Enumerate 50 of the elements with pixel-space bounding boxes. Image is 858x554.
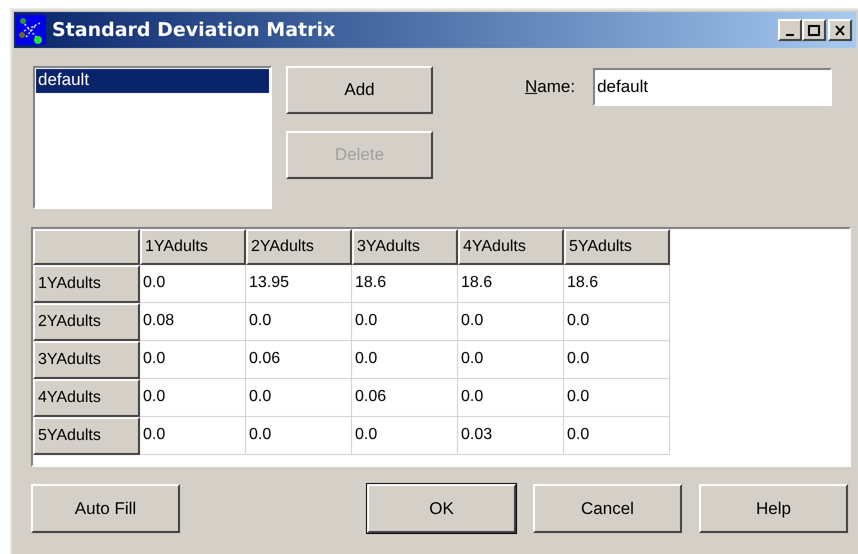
dialog-button[interactable]: Cancel [533, 484, 682, 533]
table-cell: 18.6 [458, 265, 564, 303]
table-cell: 0.0 [458, 341, 564, 379]
table-cell: 0.08 [140, 303, 246, 341]
table-cell: 0.0 [352, 417, 458, 455]
table-cell: 0.0 [352, 341, 458, 379]
dialog-button[interactable]: Auto Fill [31, 484, 180, 533]
table-cell: 0.0 [140, 265, 246, 303]
table-cell: 0.06 [246, 341, 352, 379]
table-cell: 0.0 [564, 303, 670, 341]
table-cell: 18.6 [564, 265, 670, 303]
table-cell: 0.0 [246, 417, 352, 455]
list-item[interactable]: default [36, 69, 269, 93]
table-cell: 0.0 [458, 303, 564, 341]
row-header[interactable]: 5YAdults [33, 417, 140, 455]
column-header[interactable]: 4YAdults [458, 229, 564, 265]
dialog-button[interactable]: OK [367, 484, 516, 533]
table-cell: 0.0 [140, 341, 246, 379]
table-cell: 0.0 [564, 341, 670, 379]
window-title: Standard Deviation Matrix [52, 18, 336, 43]
minimize-icon [786, 34, 794, 36]
row-header[interactable]: 1YAdults [33, 265, 140, 303]
dialog-button[interactable]: Add [286, 66, 433, 114]
table-cell: 0.0 [458, 379, 564, 417]
table-cell: 0.0 [246, 303, 352, 341]
minimize-button[interactable] [778, 19, 802, 41]
table-cell: 0.0 [564, 379, 670, 417]
row-header[interactable]: 4YAdults [33, 379, 140, 417]
column-header[interactable]: 2YAdults [246, 229, 352, 265]
table-cell: 18.6 [352, 265, 458, 303]
maximize-icon [806, 22, 822, 38]
dialog-button[interactable]: Help [699, 484, 848, 533]
table-cell: 0.0 [140, 379, 246, 417]
table-cell: 0.03 [458, 417, 564, 455]
row-header[interactable]: 2YAdults [33, 303, 140, 341]
table-cell: 0.0 [564, 417, 670, 455]
table-cell: 0.0 [140, 417, 246, 455]
maximize-button[interactable] [802, 19, 826, 41]
table-cell: 0.06 [352, 379, 458, 417]
name-field[interactable]: default [593, 68, 832, 106]
column-header[interactable]: 3YAdults [352, 229, 458, 265]
table-cell: 13.95 [246, 265, 352, 303]
app-icon [16, 15, 46, 45]
name-label: Name: [525, 76, 576, 98]
row-header[interactable]: 3YAdults [33, 341, 140, 379]
table-cell: 0.0 [352, 303, 458, 341]
close-button[interactable] [828, 19, 852, 41]
column-header[interactable]: 1YAdults [140, 229, 246, 265]
column-header[interactable]: 5YAdults [564, 229, 670, 265]
table-cell: 0.0 [246, 379, 352, 417]
